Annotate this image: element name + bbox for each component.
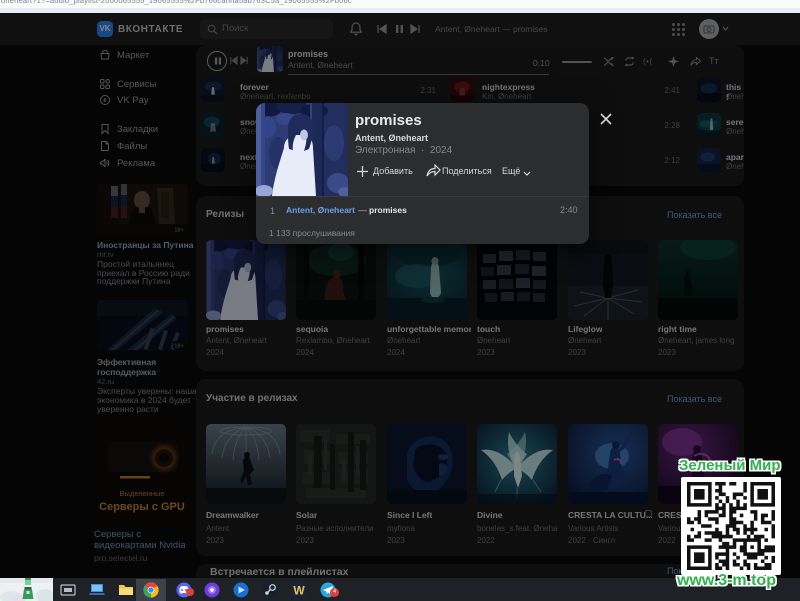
- svg-text:W: W: [293, 584, 305, 598]
